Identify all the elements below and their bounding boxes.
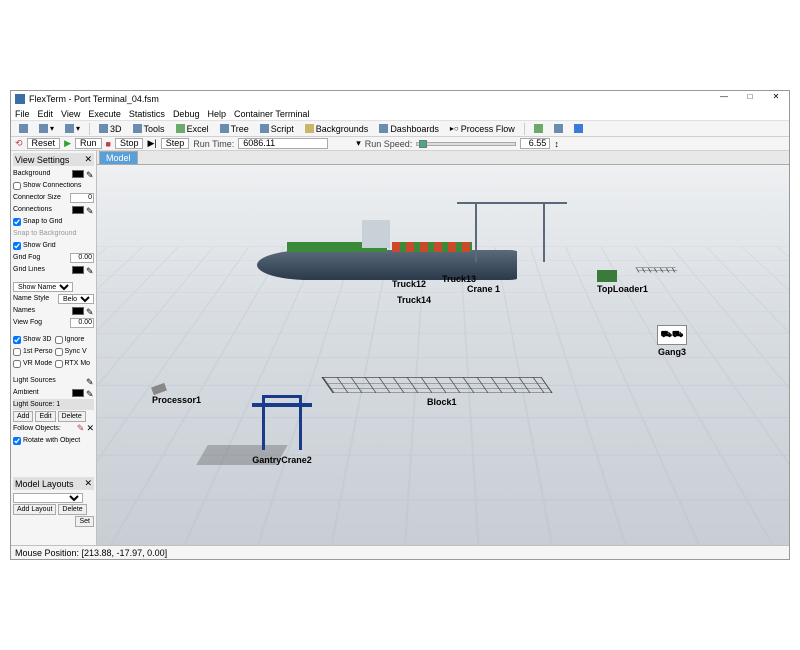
app-window: FlexTerm - Port Terminal_04.fsm — □ ✕ Fi…	[10, 90, 790, 560]
first-person-check[interactable]	[13, 348, 21, 356]
runtime-value[interactable]: 6086.11	[238, 138, 328, 149]
properties-panel: View Settings✕ Background✎ Show Connecti…	[11, 151, 97, 545]
name-style-select[interactable]: Below	[58, 294, 94, 304]
app-icon	[15, 94, 25, 104]
ambient-color[interactable]	[72, 389, 84, 397]
show-connections-check[interactable]	[13, 182, 21, 190]
label-truck14[interactable]: Truck14	[397, 293, 431, 305]
tool-tree[interactable]: Tree	[216, 123, 253, 135]
menu-container-terminal[interactable]: Container Terminal	[234, 109, 309, 119]
close-button[interactable]: ✕	[767, 93, 785, 105]
block1-object[interactable]	[321, 377, 552, 393]
statusbar: Mouse Position: [213.88, -17.97, 0.00]	[11, 545, 789, 559]
speed-slider[interactable]	[416, 142, 516, 146]
runspeed-label: Run Speed:	[365, 139, 413, 149]
tab-model[interactable]: Model	[99, 151, 138, 164]
menu-file[interactable]: File	[15, 109, 30, 119]
tool-backgrounds[interactable]: Backgrounds	[301, 123, 373, 135]
rotate-with-object-check[interactable]	[13, 437, 21, 445]
menu-help[interactable]: Help	[207, 109, 226, 119]
tool-process-flow[interactable]: ▸○Process Flow	[446, 123, 519, 135]
titlebar: FlexTerm - Port Terminal_04.fsm — □ ✕	[11, 91, 789, 107]
delete-light-button[interactable]: Delete	[58, 411, 86, 422]
sync-check[interactable]	[55, 348, 63, 356]
delete-layout-button[interactable]: Delete	[58, 504, 86, 515]
follow-target-icon[interactable]: ✎	[77, 423, 85, 434]
speed-value[interactable]: 6.55	[520, 138, 550, 149]
bg-color-swatch[interactable]	[72, 170, 84, 178]
tab-view-settings[interactable]: View Settings	[15, 155, 69, 165]
runtime-label: Run Time:	[193, 139, 234, 149]
light-source-1[interactable]: Light Source: 1	[13, 401, 94, 408]
gang-object[interactable]: ⛟⛟ Gang3	[657, 325, 687, 357]
menu-debug[interactable]: Debug	[173, 109, 200, 119]
timebar: ⟲ Reset ▶ Run ■ Stop ▶| Step Run Time: 6…	[11, 137, 789, 151]
maximize-button[interactable]: □	[741, 93, 759, 105]
show-names-select[interactable]: Show Names	[13, 282, 73, 292]
add-layout-button[interactable]: Add Layout	[13, 504, 56, 515]
close-icon[interactable]: ✕	[84, 154, 92, 165]
3d-viewport[interactable]: Truck12 Truck13 Crane 1 Truck14 TopLoade…	[97, 165, 789, 545]
close-icon[interactable]: ✕	[84, 478, 92, 489]
minimize-button[interactable]: —	[715, 93, 733, 105]
tool-dashboards[interactable]: Dashboards	[375, 123, 443, 135]
connector-size-input[interactable]: 0	[70, 193, 94, 203]
processor-object[interactable]: Processor1	[152, 385, 201, 405]
stop-button[interactable]: Stop	[115, 138, 144, 149]
set-layout-button[interactable]: Set	[75, 516, 94, 527]
model-layouts-header: Model Layouts	[15, 479, 74, 489]
gantry-crane-object[interactable]: GantryCrane2	[252, 395, 312, 465]
show-3d-check[interactable]	[13, 336, 21, 344]
tool-help[interactable]	[570, 123, 587, 135]
menu-execute[interactable]: Execute	[88, 109, 121, 119]
edit-light-button[interactable]: Edit	[35, 411, 55, 422]
tool-extra1[interactable]	[530, 123, 547, 135]
ignore-check[interactable]	[55, 336, 63, 344]
tool-new[interactable]	[15, 123, 32, 135]
reset-button[interactable]: Reset	[27, 138, 61, 149]
block-small[interactable]	[637, 265, 677, 275]
view-fog-input[interactable]: 0.00	[70, 318, 94, 328]
tool-open[interactable]: ▾	[35, 123, 58, 135]
toolbar: ▾ ▾ 3D Tools Excel Tree Script Backgroun…	[11, 121, 789, 137]
tool-extra2[interactable]	[550, 123, 567, 135]
tool-script[interactable]: Script	[256, 123, 298, 135]
tool-save[interactable]: ▾	[61, 123, 84, 135]
menu-view[interactable]: View	[61, 109, 80, 119]
vr-mode-check[interactable]	[13, 360, 21, 368]
conn-color-swatch[interactable]	[72, 206, 84, 214]
step-button[interactable]: Step	[161, 138, 190, 149]
eyedropper-icon[interactable]: ✎	[86, 170, 94, 178]
rtx-check[interactable]	[55, 360, 63, 368]
follow-clear-icon[interactable]: ✕	[86, 423, 94, 434]
ship-object[interactable]	[257, 220, 517, 290]
snap-grid-check[interactable]	[13, 218, 21, 226]
gridline-color[interactable]	[72, 266, 84, 274]
label-truck12[interactable]: Truck12	[392, 277, 426, 289]
viewport-tabs: Model	[97, 151, 789, 165]
label-block1: Block1	[427, 395, 457, 407]
tool-tools[interactable]: Tools	[129, 123, 169, 135]
menubar: File Edit View Execute Statistics Debug …	[11, 107, 789, 121]
add-light-button[interactable]: Add	[13, 411, 33, 422]
grid-fog-input[interactable]: 0.00	[70, 253, 94, 263]
tool-excel[interactable]: Excel	[172, 123, 213, 135]
window-title: FlexTerm - Port Terminal_04.fsm	[29, 94, 715, 104]
layout-select[interactable]	[13, 493, 83, 503]
menu-edit[interactable]: Edit	[38, 109, 54, 119]
run-button[interactable]: Run	[75, 138, 102, 149]
mouse-position: Mouse Position: [213.88, -17.97, 0.00]	[15, 548, 167, 558]
show-grid-check[interactable]	[13, 242, 21, 250]
tool-3d[interactable]: 3D	[95, 123, 126, 135]
label-crane1[interactable]: Crane 1	[467, 282, 500, 294]
names-color[interactable]	[72, 307, 84, 315]
menu-statistics[interactable]: Statistics	[129, 109, 165, 119]
